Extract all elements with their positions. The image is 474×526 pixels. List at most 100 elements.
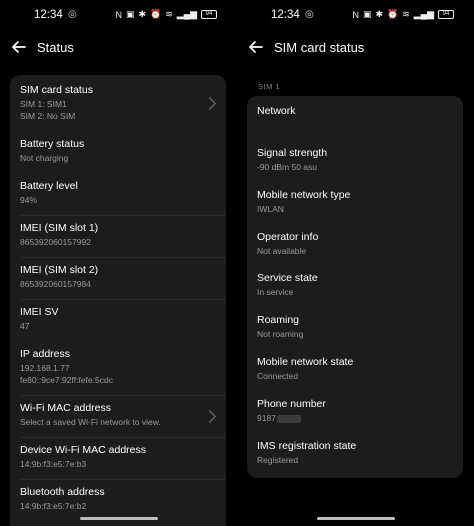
item-value: 47 [20, 321, 30, 331]
item-value: Not available [257, 246, 307, 256]
list-item-sim-card-status[interactable]: SIM card status SIM 1: SIM1 SIM 2: No SI… [20, 84, 216, 122]
item-value: IWLAN [257, 204, 284, 214]
status-list: SIM card status SIM 1: SIM1 SIM 2: No SI… [10, 75, 226, 526]
item-title: Battery status [20, 138, 85, 150]
item-title: Battery level [20, 180, 78, 192]
item-title: Service state [257, 272, 318, 284]
item-title: IMS registration state [257, 440, 357, 452]
item-value: Connected [257, 371, 299, 381]
clock: 12:34 [34, 9, 63, 21]
back-arrow-icon[interactable] [10, 38, 28, 56]
list-item-network: Network [257, 105, 453, 120]
item-title: SIM card status [20, 84, 93, 96]
sim1-status: SIM 1: SIM1 [20, 99, 67, 109]
item-value: 192.168.1.77 fe80::9ce7:92ff:fefe:5cdc [20, 363, 216, 386]
list-item-imei-sv: IMEI SV 47 [20, 306, 216, 333]
page-title: SIM card status [274, 40, 365, 55]
divider [20, 257, 226, 258]
list-item-roaming: Roaming Not roaming [257, 314, 453, 341]
item-value: Not roaming [257, 329, 304, 339]
status-bar: 12:34 ◎ N ▣ ✱ ⏰ ≋ ▂▄▆ 94 [237, 0, 474, 30]
app-bar: SIM card status [237, 36, 474, 62]
list-item-ip-address: IP address 192.168.1.77 fe80::9ce7:92ff:… [20, 348, 216, 386]
list-item-mobile-network-state: Mobile network state Connected [257, 356, 453, 383]
battery-icon: 94 [201, 10, 217, 19]
list-item-operator-info: Operator info Not available [257, 231, 453, 258]
section-header: SIM 1 [258, 82, 281, 91]
item-value: 14:9b:f3:e5:7e:b2 [20, 501, 87, 511]
status-screen: 12:34 ◎ N ▣ ✱ ⏰ ≋ ▂▄▆ 94 Status SIM card… [0, 0, 237, 526]
item-value: In service [257, 287, 294, 297]
app-bar: Status [0, 36, 237, 62]
item-title: Mobile network type [257, 189, 351, 201]
ipv6-address: fe80::9ce7:92ff:fefe:5cdc [20, 374, 113, 385]
nfc-icon: N [352, 9, 359, 20]
divider [20, 299, 226, 300]
item-title: IMEI SV [20, 306, 59, 318]
alarm-icon: ⏰ [150, 9, 162, 19]
item-title: Bluetooth address [20, 486, 105, 498]
redacted-block [276, 414, 301, 423]
list-item-battery-level: Battery level 94% [20, 180, 216, 207]
item-title: Wi-Fi MAC address [20, 402, 112, 414]
item-value: Registered [257, 455, 299, 465]
gesture-bar[interactable] [80, 517, 158, 520]
list-item-device-wifi-mac: Device Wi-Fi MAC address 14:9b:f3:e5:7e:… [20, 444, 216, 471]
notification-icon: ◎ [305, 9, 314, 20]
item-value: Select a saved Wi-Fi network to view. [20, 417, 161, 427]
signal-icon: ▂▄▆ [176, 9, 197, 19]
list-item-bluetooth-address: Bluetooth address 14:9b:f3:e5:7e:b2 [20, 486, 216, 513]
item-value: 9187 [257, 413, 453, 425]
notification-icon: ◎ [68, 9, 77, 20]
clock: 12:34 [271, 9, 300, 21]
status-icons: N ▣ ✱ ⏰ ≋ ▂▄▆ 94 [115, 9, 217, 20]
divider [20, 395, 226, 396]
wifi-icon: ≋ [165, 9, 173, 19]
wifi-icon: ≋ [402, 9, 410, 19]
status-bar: 12:34 ◎ N ▣ ✱ ⏰ ≋ ▂▄▆ 94 [0, 0, 237, 30]
item-title: Operator info [257, 231, 319, 243]
phone-number-value: 9187 [257, 413, 276, 423]
list-item-battery-status: Battery status Not charging [20, 138, 216, 165]
list-item-imei-slot-1: IMEI (SIM slot 1) 865392060157992 [20, 222, 216, 249]
divider [20, 215, 226, 216]
signal-icon: ▂▄▆ [413, 9, 434, 19]
item-subtitle: SIM 1: SIM1 SIM 2: No SIM [20, 99, 216, 122]
divider [20, 437, 226, 438]
list-item-phone-number: Phone number 9187 [257, 398, 453, 425]
item-title: Device Wi-Fi MAC address [20, 444, 147, 456]
gesture-bar[interactable] [317, 517, 395, 520]
divider [20, 479, 226, 480]
item-title: IP address [20, 348, 71, 360]
list-item-signal-strength: Signal strength -90 dBm 50 asu [257, 147, 453, 174]
sim-card-status-screen: 12:34 ◎ N ▣ ✱ ⏰ ≋ ▂▄▆ 94 SIM card status… [237, 0, 474, 526]
list-item-ims-registration-state: IMS registration state Registered [257, 440, 453, 467]
bluetooth-icon: ✱ [375, 9, 383, 19]
item-title: Signal strength [257, 147, 328, 159]
item-title: IMEI (SIM slot 1) [20, 222, 99, 234]
status-icons: N ▣ ✱ ⏰ ≋ ▂▄▆ 94 [352, 9, 454, 20]
sim2-status: SIM 2: No SIM [20, 110, 76, 121]
ipv4-address: 192.168.1.77 [20, 363, 70, 373]
item-value: 14:9b:f3:e5:7e:b3 [20, 459, 87, 469]
back-arrow-icon[interactable] [247, 38, 265, 56]
list-item-wifi-mac-address[interactable]: Wi-Fi MAC address Select a saved Wi-Fi n… [20, 402, 216, 429]
item-value: 865392060157992 [20, 237, 91, 247]
nfc-icon: N [115, 9, 122, 20]
list-item-service-state: Service state In service [257, 272, 453, 299]
item-title: Phone number [257, 398, 326, 410]
item-value: Not charging [20, 153, 69, 163]
item-value: -90 dBm 50 asu [257, 162, 318, 172]
sim-details-list: Network Signal strength -90 dBm 50 asu M… [247, 96, 463, 478]
list-item-imei-slot-2: IMEI (SIM slot 2) 865392060157984 [20, 264, 216, 291]
item-value: 94% [20, 195, 38, 205]
item-value: 865392060157984 [20, 279, 91, 289]
battery-icon: 94 [438, 10, 454, 19]
list-item-mobile-network-type: Mobile network type IWLAN [257, 189, 453, 216]
item-title: Network [257, 105, 296, 117]
item-title: Roaming [257, 314, 300, 326]
page-title: Status [37, 40, 74, 55]
bluetooth-icon: ✱ [138, 9, 146, 19]
item-title: Mobile network state [257, 356, 354, 368]
mute-icon: ▣ [362, 9, 372, 19]
